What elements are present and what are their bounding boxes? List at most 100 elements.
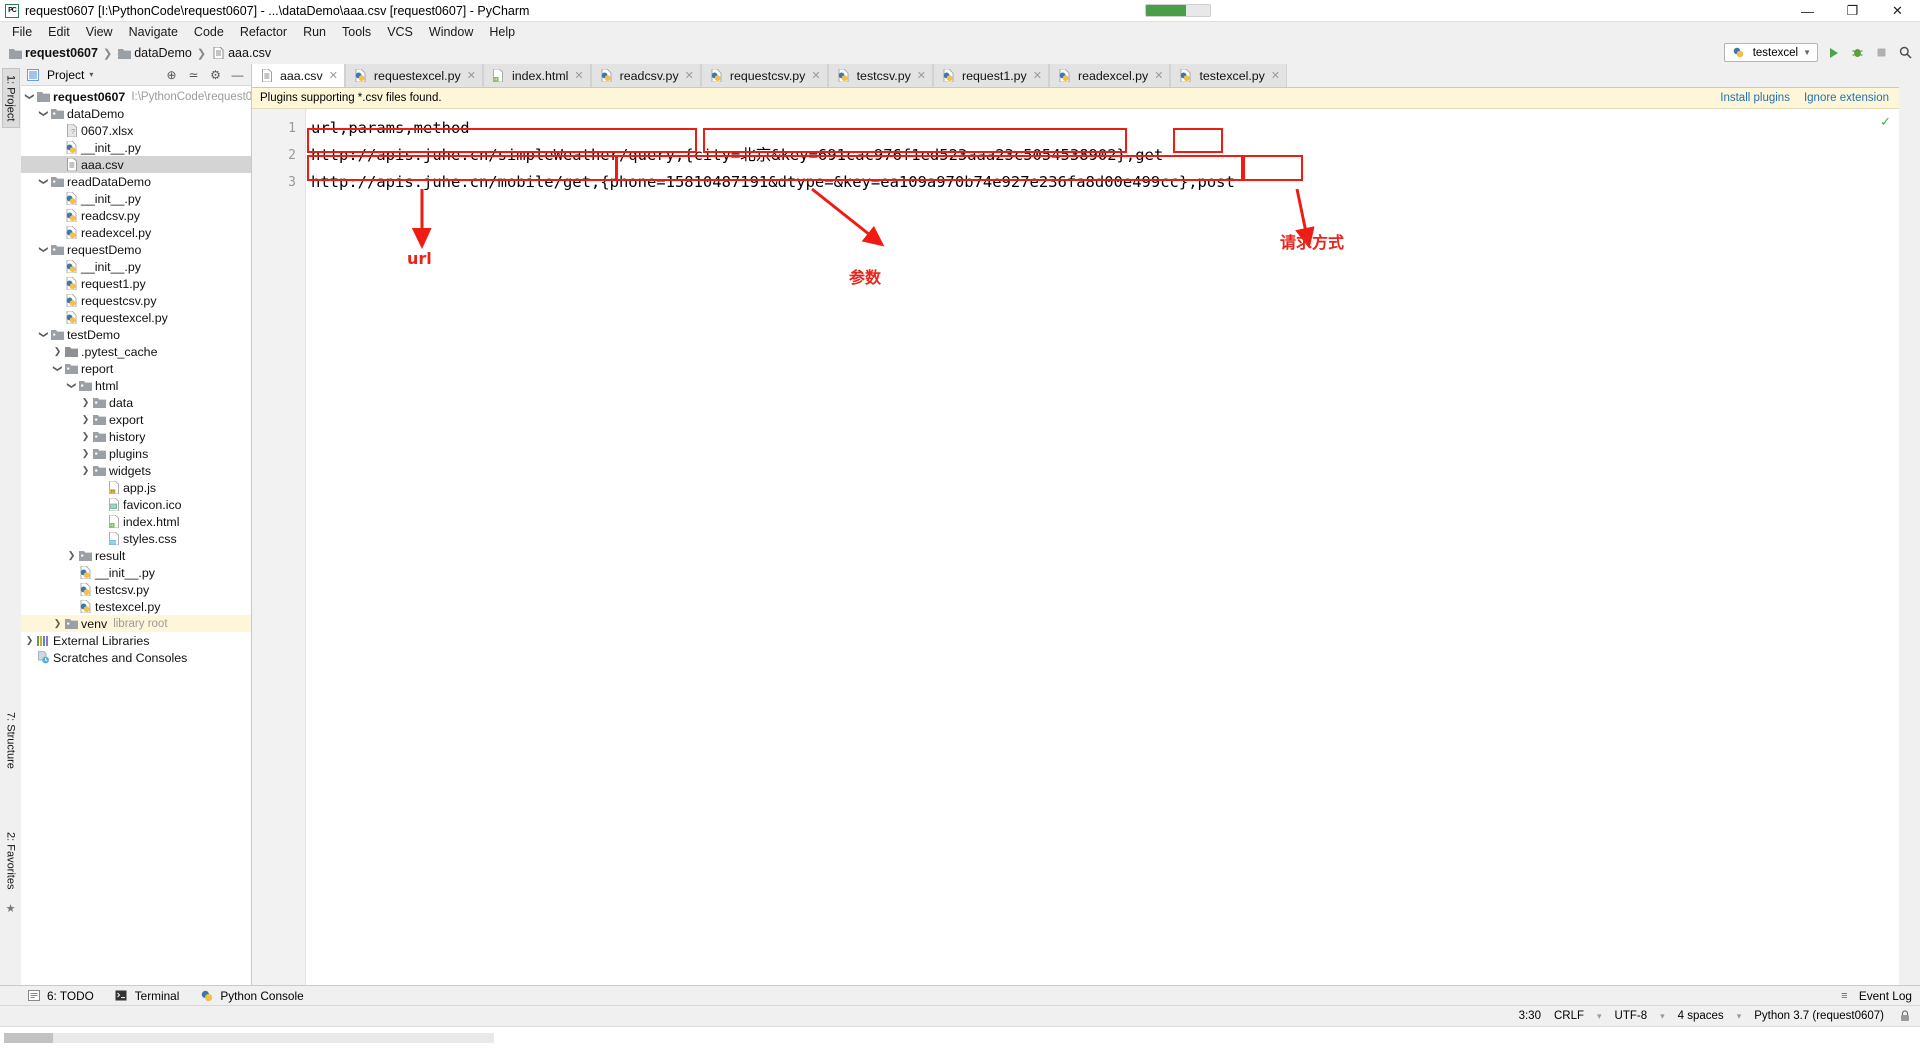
project-file-tree[interactable]: ❯ request0607 I:\PythonCode\request0607 ❯ da…	[21, 86, 251, 985]
menu-view[interactable]: View	[78, 23, 121, 41]
close-tab-icon[interactable]: ✕	[811, 69, 820, 82]
debug-button[interactable]	[1849, 44, 1866, 61]
code-line[interactable]: http://apis.juhe.cn/simpleWeather/query,…	[306, 142, 1899, 169]
indent-setting[interactable]: 4 spaces	[1678, 1010, 1724, 1022]
rail-tab-project[interactable]: 1: Project	[1, 68, 20, 129]
menu-navigate[interactable]: Navigate	[121, 23, 186, 41]
tree-item-init-py[interactable]: __init__.py	[21, 258, 251, 275]
menu-refactor[interactable]: Refactor	[232, 23, 295, 41]
tree-item-testdemo[interactable]: ❯ testDemo	[21, 326, 251, 343]
chevron-down-icon[interactable]: ❯	[38, 243, 49, 256]
tree-item-0607-xlsx[interactable]: ? 0607.xlsx	[21, 122, 251, 139]
settings-gear-icon[interactable]: ⚙	[208, 68, 223, 82]
chevron-down-icon[interactable]: ❯	[24, 90, 35, 103]
rail-tab-favorites[interactable]: 2: Favorites	[3, 826, 19, 895]
editor-tab-index-html[interactable]: Hindex.html ✕	[482, 64, 591, 87]
tree-item-styles-css[interactable]: CSS styles.css	[21, 530, 251, 547]
chevron-right-icon[interactable]: ❯	[23, 635, 36, 646]
breadcrumb-project[interactable]: request0607	[25, 46, 98, 60]
tree-item-request0607[interactable]: ❯ request0607 I:\PythonCode\request0607	[21, 88, 251, 105]
editor-tab-readcsv-py[interactable]: readcsv.py ✕	[590, 64, 701, 87]
tree-item-request1-py[interactable]: request1.py	[21, 275, 251, 292]
tree-item-history[interactable]: ❯ history	[21, 428, 251, 445]
chevron-down-icon[interactable]: ❯	[38, 175, 49, 188]
caret-position[interactable]: 3:30	[1519, 1010, 1541, 1022]
tree-item-venv[interactable]: ❯ venv library root	[21, 615, 251, 632]
chevron-right-icon[interactable]: ❯	[51, 618, 64, 629]
chevron-right-icon[interactable]: ❯	[79, 431, 92, 442]
ignore-extension-link[interactable]: Ignore extension	[1804, 92, 1889, 104]
chevron-right-icon[interactable]: ❯	[79, 465, 92, 476]
tree-item-testexcel-py[interactable]: testexcel.py	[21, 598, 251, 615]
close-tab-icon[interactable]: ✕	[685, 69, 694, 82]
tree-item-aaa-csv[interactable]: aaa.csv	[21, 156, 251, 173]
editor-tab-requestcsv-py[interactable]: requestcsv.py ✕	[700, 64, 828, 87]
code-editor[interactable]: 123 url,params,method http://apis.juhe.cn…	[252, 109, 1899, 985]
tree-item-init-py[interactable]: __init__.py	[21, 139, 251, 156]
tree-item-report[interactable]: ❯ report	[21, 360, 251, 377]
editor-tab-testexcel-py[interactable]: testexcel.py ✕	[1170, 64, 1288, 87]
tree-item-readexcel-py[interactable]: readexcel.py	[21, 224, 251, 241]
chevron-right-icon[interactable]: ❯	[79, 448, 92, 459]
line-separator[interactable]: CRLF	[1554, 1010, 1584, 1022]
chevron-down-icon[interactable]: ❯	[38, 107, 49, 120]
chevron-down-icon[interactable]: ❯	[38, 328, 49, 341]
close-tab-icon[interactable]: ✕	[329, 69, 338, 82]
chevron-right-icon[interactable]: ❯	[65, 550, 78, 561]
close-tab-icon[interactable]: ✕	[467, 69, 476, 82]
hide-panel-icon[interactable]: —	[230, 68, 245, 82]
install-plugins-link[interactable]: Install plugins	[1720, 92, 1790, 104]
menu-window[interactable]: Window	[421, 23, 481, 41]
tree-item-favicon-ico[interactable]: favicon.ico	[21, 496, 251, 513]
tree-item-app-js[interactable]: JS app.js	[21, 479, 251, 496]
tree-item-index-html[interactable]: Hindex.html	[21, 513, 251, 530]
menu-file[interactable]: File	[4, 23, 40, 41]
lock-icon[interactable]	[1897, 1010, 1912, 1022]
breadcrumb-file[interactable]: aaa.csv	[228, 46, 271, 60]
breadcrumb-folder[interactable]: dataDemo	[134, 46, 192, 60]
minimize-button[interactable]: —	[1785, 0, 1830, 22]
bottom-tab-python-console[interactable]: Python Console	[199, 989, 304, 1003]
chevron-right-icon[interactable]: ❯	[79, 414, 92, 425]
chevron-down-icon[interactable]: ❯	[66, 379, 77, 392]
chevron-right-icon[interactable]: ❯	[51, 346, 64, 357]
collapse-all-icon[interactable]: ≃	[186, 68, 201, 82]
code-line[interactable]: url,params,method	[306, 115, 1899, 142]
tree-item-html[interactable]: ❯ html	[21, 377, 251, 394]
tree-item-requestdemo[interactable]: ❯ requestDemo	[21, 241, 251, 258]
search-icon[interactable]	[1897, 44, 1914, 61]
run-configuration-selector[interactable]: testexcel ▼	[1723, 43, 1818, 62]
menu-code[interactable]: Code	[186, 23, 232, 41]
menu-edit[interactable]: Edit	[40, 23, 78, 41]
editor-tab-testcsv-py[interactable]: testcsv.py ✕	[827, 64, 933, 87]
bottom-tab-todo[interactable]: 6: TODO	[26, 989, 94, 1003]
tree-item-readcsv-py[interactable]: readcsv.py	[21, 207, 251, 224]
tree-item-testcsv-py[interactable]: testcsv.py	[21, 581, 251, 598]
run-button[interactable]	[1825, 44, 1842, 61]
menu-run[interactable]: Run	[295, 23, 334, 41]
tree-item-init-py[interactable]: __init__.py	[21, 190, 251, 207]
chevron-right-icon[interactable]: ❯	[79, 397, 92, 408]
editor-tab-bar[interactable]: aaa.csv ✕ requestexcel.py ✕ Hindex.html ✕ read…	[252, 63, 1899, 88]
tree-item-data[interactable]: ❯ data	[21, 394, 251, 411]
code-content[interactable]: url,params,method http://apis.juhe.cn/sim…	[306, 109, 1899, 985]
tree-item-requestexcel-py[interactable]: requestexcel.py	[21, 309, 251, 326]
close-tab-icon[interactable]: ✕	[917, 69, 926, 82]
tree-item-pytest-cache[interactable]: ❯ .pytest_cache	[21, 343, 251, 360]
close-tab-icon[interactable]: ✕	[1271, 69, 1280, 82]
tree-item-requestcsv-py[interactable]: requestcsv.py	[21, 292, 251, 309]
file-encoding[interactable]: UTF-8	[1615, 1010, 1648, 1022]
close-tab-icon[interactable]: ✕	[574, 69, 583, 82]
event-log-button[interactable]: ≡ Event Log	[1837, 989, 1912, 1003]
code-line[interactable]: http://apis.juhe.cn/mobile/get,{phone=15…	[306, 169, 1899, 196]
bottom-tab-terminal[interactable]: Terminal	[114, 989, 179, 1003]
editor-tab-requestexcel-py[interactable]: requestexcel.py ✕	[344, 64, 483, 87]
tree-item-widgets[interactable]: ❯ widgets	[21, 462, 251, 479]
editor-tab-readexcel-py[interactable]: readexcel.py ✕	[1048, 64, 1171, 87]
close-tab-icon[interactable]: ✕	[1154, 69, 1163, 82]
tree-item-datademo[interactable]: ❯ dataDemo	[21, 105, 251, 122]
tree-item-external-libraries[interactable]: ❯ External Libraries	[21, 632, 251, 649]
menu-vcs[interactable]: VCS	[379, 23, 421, 41]
locate-file-icon[interactable]: ⊕	[164, 68, 179, 82]
tree-item-plugins[interactable]: ❯ plugins	[21, 445, 251, 462]
